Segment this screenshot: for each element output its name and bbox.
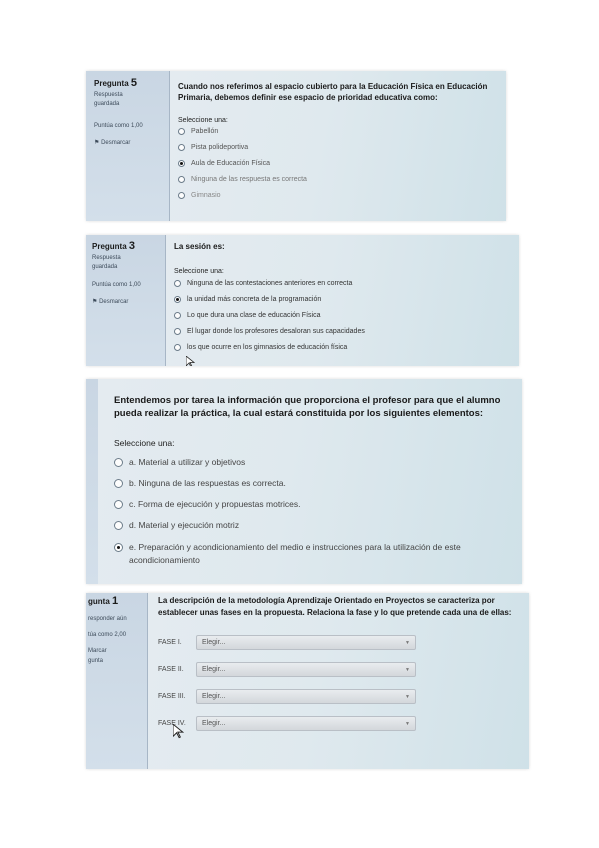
select-prompt: Seleccione una:	[178, 117, 228, 124]
question-text: La descripción de la metodología Aprendi…	[158, 596, 512, 617]
question-points: túa como 2,00	[88, 632, 127, 638]
answer-option[interactable]: e. Preparación y acondicionamiento del m…	[114, 541, 512, 567]
dropdown-caret-icon: ▼	[405, 693, 410, 700]
phase-select[interactable]: Elegir... ▼	[196, 716, 416, 731]
dropdown-caret-icon: ▼	[405, 720, 410, 727]
question-text: Cuando nos referimos al espacio cubierto…	[178, 82, 488, 102]
answer-option[interactable]: Gimnasio	[178, 192, 498, 199]
question-points: Puntúa como 1,00	[92, 282, 141, 288]
question-status: responder aún	[88, 616, 127, 622]
matching-row: FASE III. Elegir... ▼	[158, 689, 519, 704]
answer-option[interactable]: Lo que dura una clase de educación Físic…	[174, 312, 511, 319]
dropdown-caret-icon: ▼	[405, 639, 410, 646]
question-content: Cuando nos referimos al espacio cubierto…	[170, 71, 506, 221]
question-status: Respuesta guardada	[92, 255, 121, 270]
radio-button[interactable]	[174, 344, 181, 351]
answer-option[interactable]: El lugar donde los profesores desaloran …	[174, 328, 511, 335]
select-prompt: Seleccione una:	[114, 438, 175, 448]
answer-option[interactable]: c. Forma de ejecución y propuestas motri…	[114, 499, 512, 509]
question-content: Entendemos por tarea la información que …	[98, 379, 522, 584]
answer-option[interactable]: Ninguna de las contestaciones anteriores…	[174, 280, 511, 287]
radio-button[interactable]	[114, 520, 123, 530]
question-status: Respuesta guardada	[94, 92, 123, 107]
flag-question-button[interactable]: Marcar gunta	[88, 646, 118, 666]
answer-option[interactable]: d. Material y ejecución motriz	[114, 520, 512, 530]
quiz-question-photo-2: Pregunta 3 Respuesta guardada Puntúa com…	[86, 235, 519, 366]
answer-option[interactable]: a. Material a utilizar y objetivos	[114, 457, 512, 467]
flag-question-button[interactable]: ⚑ Desmarcar	[94, 139, 169, 146]
select-prompt: Seleccione una:	[174, 268, 224, 275]
matching-row: FASE I. Elegir... ▼	[158, 635, 519, 650]
radio-button[interactable]	[174, 312, 181, 319]
quiz-question-photo-4: gunta 1 responder aún túa como 2,00 Marc…	[86, 593, 529, 769]
answer-option[interactable]: los que ocurre en los gimnasios de educa…	[174, 344, 511, 351]
radio-button[interactable]	[178, 144, 185, 151]
answer-option[interactable]: la unidad más concreta de la programació…	[174, 296, 511, 303]
question-info-sidebar: gunta 1 responder aún túa como 2,00 Marc…	[86, 593, 148, 769]
answer-option[interactable]: b. Ninguna de las respuestas es correcta…	[114, 478, 512, 488]
matching-row: FASE IV. Elegir... ▼	[158, 716, 519, 731]
question-text: Entendemos por tarea la información que …	[114, 395, 501, 419]
quiz-question-photo-3: Entendemos por tarea la información que …	[86, 379, 522, 584]
phase-select[interactable]: Elegir... ▼	[196, 662, 416, 677]
flag-question-button[interactable]: ⚑ Desmarcar	[92, 298, 165, 305]
matching-row: FASE II. Elegir... ▼	[158, 662, 519, 677]
phase-select[interactable]: Elegir... ▼	[196, 635, 416, 650]
answer-option[interactable]: Ninguna de las respuesta es correcta	[178, 176, 498, 183]
radio-button[interactable]	[178, 192, 185, 199]
answer-option[interactable]: Pista polideportiva	[178, 144, 498, 151]
question-number: Pregunta 5	[94, 77, 138, 89]
question-points: Puntúa como 1,00	[94, 123, 143, 129]
question-content: La sesión es: Seleccione una: Ninguna de…	[166, 235, 519, 366]
question-number: Pregunta 3	[92, 240, 136, 252]
quiz-question-photo-1: Pregunta 5 Respuesta guardada Puntúa com…	[86, 71, 506, 221]
answer-option[interactable]: Pabellón	[178, 128, 498, 135]
radio-button-selected[interactable]	[174, 296, 181, 303]
question-number: gunta 1	[88, 595, 119, 607]
radio-button[interactable]	[178, 128, 185, 135]
question-content: La descripción de la metodología Aprendi…	[148, 593, 529, 769]
question-text: La sesión es:	[174, 242, 225, 251]
flag-icon: ⚑	[94, 140, 100, 146]
radio-button-selected[interactable]	[114, 543, 123, 552]
radio-button[interactable]	[174, 328, 181, 335]
flag-icon: ⚑	[92, 299, 98, 305]
radio-button[interactable]	[178, 176, 185, 183]
dropdown-caret-icon: ▼	[405, 666, 410, 673]
phase-select[interactable]: Elegir... ▼	[196, 689, 416, 704]
radio-button[interactable]	[114, 499, 123, 509]
radio-button[interactable]	[114, 478, 123, 488]
radio-button-selected[interactable]	[178, 160, 185, 167]
question-info-sidebar: Pregunta 3 Respuesta guardada Puntúa com…	[86, 235, 166, 366]
radio-button[interactable]	[174, 280, 181, 287]
question-info-sidebar: Pregunta 5 Respuesta guardada Puntúa com…	[86, 71, 170, 221]
radio-button[interactable]	[114, 457, 123, 467]
answer-option[interactable]: Aula de Educación Física	[178, 160, 498, 167]
